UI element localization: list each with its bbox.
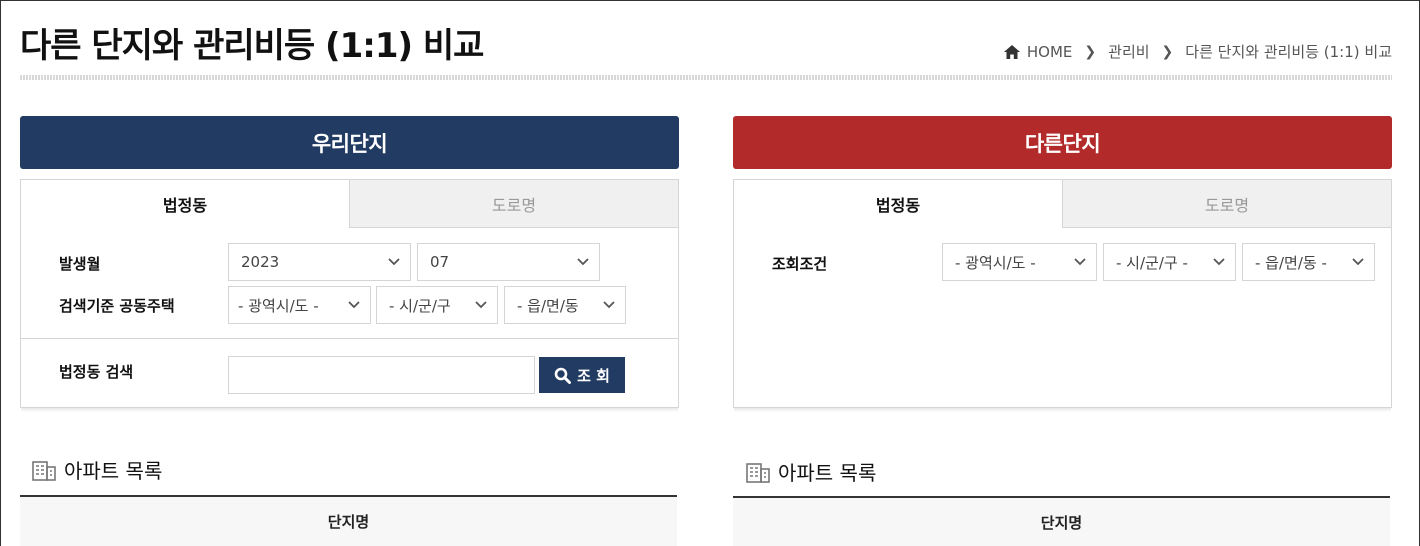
apartment-list-label: 아파트 목록 bbox=[64, 459, 163, 483]
province-select[interactable]: - 광역시/도 - bbox=[942, 243, 1097, 281]
our-apartment-list-header: 단지명 bbox=[20, 495, 677, 546]
query-condition-label: 조회조건 bbox=[772, 255, 828, 273]
year-value: 2023 bbox=[241, 253, 280, 271]
province-value: - 광역시/도 - bbox=[238, 296, 319, 315]
chevron-down-icon bbox=[1213, 258, 1225, 266]
month-value: 07 bbox=[430, 253, 450, 271]
other-apartment-list-header: 단지명 bbox=[733, 496, 1390, 546]
city-value: - 시/군/구 - bbox=[1116, 253, 1188, 272]
province-value: - 광역시/도 - bbox=[955, 253, 1036, 272]
our-complex-panel: 우리단지 법정동 도로명 발생월 2023 07 검색기준 공동주택 - 광역시… bbox=[20, 116, 679, 412]
chevron-down-icon bbox=[1352, 258, 1364, 266]
tab-legal-dong[interactable]: 법정동 bbox=[21, 180, 350, 228]
chevron-down-icon bbox=[388, 258, 400, 266]
our-complex-tabs: 법정동 도로명 bbox=[21, 180, 678, 228]
breadcrumb-level2[interactable]: 다른 단지와 관리비등 (1:1) 비교 bbox=[1185, 41, 1392, 62]
panel-shadow bbox=[21, 408, 678, 412]
apartment-list-label: 아파트 목록 bbox=[778, 461, 877, 485]
tab-road-name[interactable]: 도로명 bbox=[1063, 180, 1391, 228]
search-button[interactable]: 조 회 bbox=[539, 357, 625, 393]
legal-dong-search-input[interactable] bbox=[228, 356, 535, 394]
month-select[interactable]: 07 bbox=[417, 243, 600, 281]
home-icon[interactable] bbox=[1003, 44, 1020, 59]
our-complex-header: 우리단지 bbox=[20, 116, 679, 169]
title-divider bbox=[20, 75, 1392, 80]
tab-legal-dong[interactable]: 법정동 bbox=[734, 180, 1063, 228]
legal-dong-search-label: 법정동 검색 bbox=[59, 363, 134, 381]
other-complex-search-box: 법정동 도로명 조회조건 - 광역시/도 - - 시/군/구 - - 읍/면/동… bbox=[733, 179, 1392, 412]
breadcrumb-home[interactable]: HOME bbox=[1027, 43, 1073, 61]
our-complex-search-box: 법정동 도로명 발생월 2023 07 검색기준 공동주택 - 광역시/도 - … bbox=[20, 179, 679, 412]
city-select[interactable]: - 시/군/구 - bbox=[1103, 243, 1236, 281]
search-divider bbox=[21, 338, 678, 339]
building-icon bbox=[32, 460, 56, 481]
city-value: - 시/군/구 bbox=[389, 296, 451, 315]
search-icon bbox=[554, 367, 572, 384]
tab-road-name[interactable]: 도로명 bbox=[350, 180, 678, 228]
other-complex-panel: 다른단지 법정동 도로명 조회조건 - 광역시/도 - - 시/군/구 - - … bbox=[733, 116, 1392, 412]
town-select[interactable]: - 읍/면/동 bbox=[504, 286, 626, 324]
complex-name-column: 단지명 bbox=[1040, 514, 1083, 532]
complex-name-column: 단지명 bbox=[327, 513, 370, 531]
year-select[interactable]: 2023 bbox=[228, 243, 411, 281]
other-complex-header: 다른단지 bbox=[733, 116, 1392, 169]
chevron-down-icon bbox=[1074, 258, 1086, 266]
chevron-down-icon bbox=[348, 301, 360, 309]
our-apartment-list-title: 아파트 목록 bbox=[32, 455, 162, 484]
chevron-right-icon: ❯ bbox=[1161, 43, 1174, 60]
building-icon bbox=[746, 462, 770, 483]
town-value: - 읍/면/동 - bbox=[1255, 253, 1327, 272]
occurrence-month-label: 발생월 bbox=[59, 255, 101, 273]
chevron-down-icon bbox=[603, 301, 615, 309]
city-select[interactable]: - 시/군/구 bbox=[376, 286, 498, 324]
breadcrumb-level1[interactable]: 관리비 bbox=[1108, 41, 1149, 62]
chevron-down-icon bbox=[475, 301, 487, 309]
criteria-housing-label: 검색기준 공동주택 bbox=[59, 297, 175, 315]
chevron-right-icon: ❯ bbox=[1084, 43, 1097, 60]
other-apartment-list-title: 아파트 목록 bbox=[746, 457, 876, 486]
town-value: - 읍/면/동 bbox=[517, 296, 579, 315]
other-complex-tabs: 법정동 도로명 bbox=[734, 180, 1391, 228]
province-select[interactable]: - 광역시/도 - bbox=[228, 286, 371, 324]
search-button-label: 조 회 bbox=[577, 366, 610, 385]
panel-shadow bbox=[734, 408, 1391, 412]
chevron-down-icon bbox=[577, 258, 589, 266]
town-select[interactable]: - 읍/면/동 - bbox=[1242, 243, 1375, 281]
page-title: 다른 단지와 관리비등 (1:1) 비교 bbox=[20, 26, 484, 66]
breadcrumb: HOME ❯ 관리비 ❯ 다른 단지와 관리비등 (1:1) 비교 bbox=[1003, 41, 1392, 62]
